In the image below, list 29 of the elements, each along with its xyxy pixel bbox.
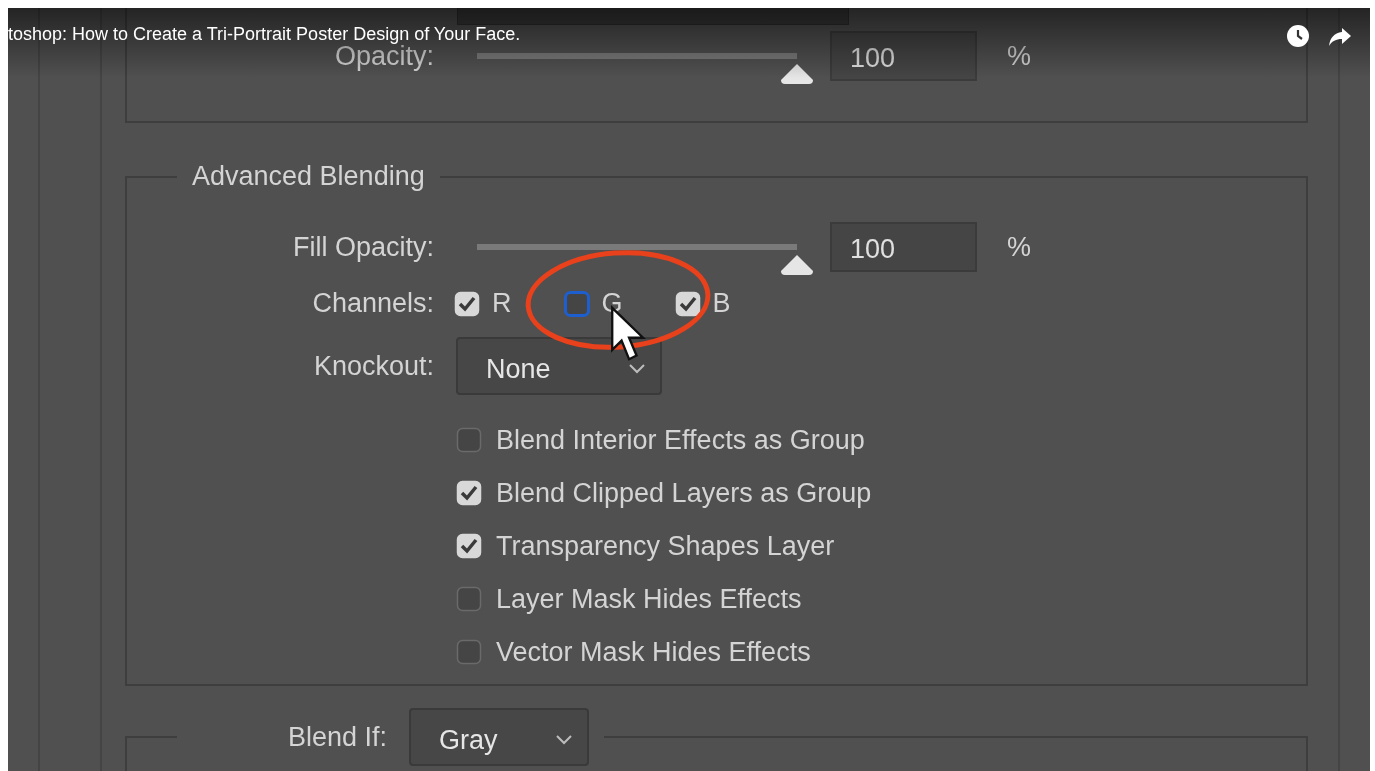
video-title: toshop: How to Create a Tri-Portrait Poster Design of Your Face. bbox=[8, 24, 522, 44]
checkbox-label: Layer Mask Hides Effects bbox=[496, 583, 802, 615]
field-label: Fill Opacity: bbox=[291, 231, 434, 263]
blend-if-dropdown[interactable]: Gray bbox=[409, 708, 590, 766]
field-label: Blend If: bbox=[288, 721, 388, 753]
number-field[interactable]: 100 bbox=[830, 31, 977, 81]
checkbox[interactable] bbox=[456, 639, 482, 665]
checkbox[interactable] bbox=[456, 427, 482, 453]
checkbox-label: Blend Interior Effects as Group bbox=[496, 424, 865, 456]
checkbox-label: Transparency Shapes Layer bbox=[496, 530, 835, 562]
caret-icon bbox=[555, 734, 574, 746]
checkbox-label: Blend Clipped Layers as Group bbox=[496, 477, 872, 509]
slider-thumb[interactable] bbox=[780, 254, 814, 276]
text-field[interactable] bbox=[457, 8, 849, 25]
checkbox-label: Vector Mask Hides Effects bbox=[496, 636, 811, 668]
checkbox[interactable] bbox=[563, 290, 590, 317]
field-label: Knockout: bbox=[312, 350, 434, 382]
checkbox-label: R bbox=[492, 288, 512, 319]
slider-thumb[interactable] bbox=[780, 63, 814, 85]
field-label: Channels: bbox=[311, 288, 434, 319]
caret-icon bbox=[628, 363, 646, 375]
section-title: Advanced Blending bbox=[191, 161, 426, 192]
checkbox[interactable] bbox=[456, 586, 482, 612]
unit-label: % bbox=[1007, 40, 1031, 72]
unit-label: % bbox=[1007, 231, 1031, 263]
knockout-dropdown[interactable]: None bbox=[456, 337, 662, 395]
number-field[interactable]: 100 bbox=[830, 222, 977, 272]
checkbox-label: B bbox=[712, 288, 731, 319]
clock-icon[interactable] bbox=[1286, 24, 1310, 48]
